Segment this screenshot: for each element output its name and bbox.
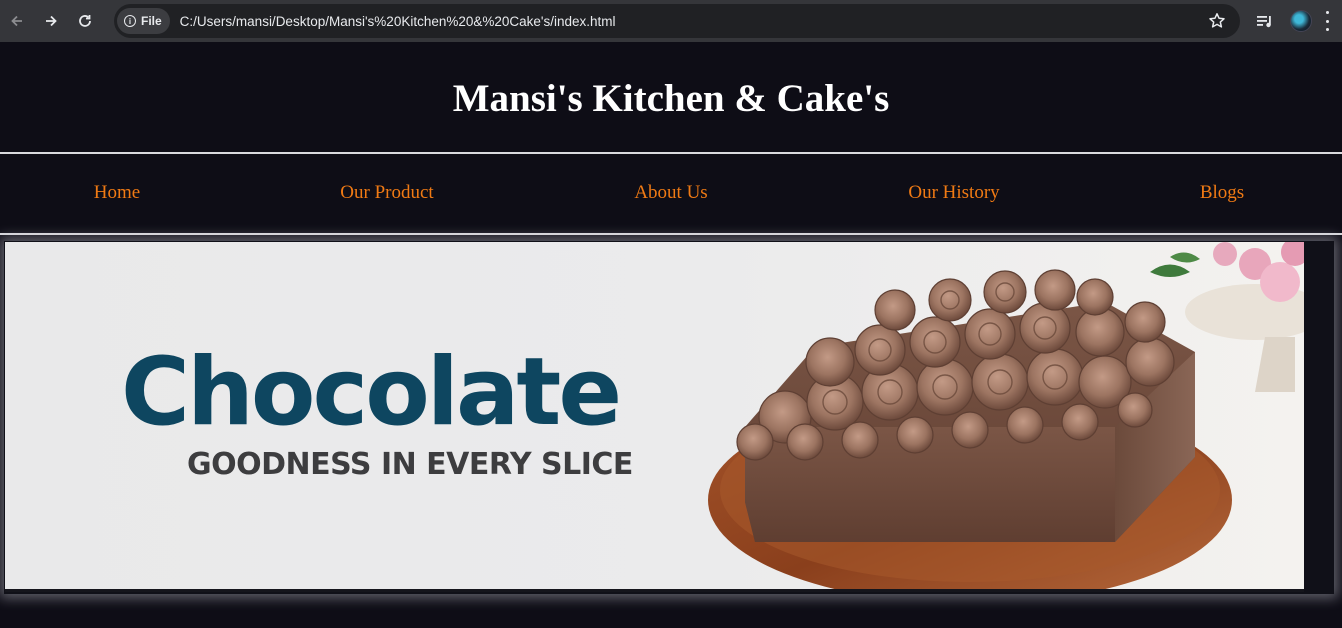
nav-link-home[interactable]: Home [94, 182, 140, 204]
banner-subheading: GOODNESS IN EVERY SLICE [187, 447, 633, 482]
main-nav: Home Our Product About Us Our History Bl… [0, 154, 1342, 235]
nav-link-about-us[interactable]: About Us [634, 182, 707, 204]
chocolate-cake-photo [695, 242, 1304, 592]
browser-toolbar: i File C:/Users/mansi/Desktop/Mansi's%20… [0, 0, 1342, 42]
banner-bottom-edge [5, 589, 1304, 592]
site-header: Mansi's Kitchen & Cake's [0, 42, 1342, 154]
url-text[interactable]: C:/Users/mansi/Desktop/Mansi's%20Kitchen… [180, 14, 616, 29]
hero-banner-frame: Chocolate GOODNESS IN EVERY SLICE [4, 241, 1334, 594]
reload-icon[interactable] [70, 6, 100, 36]
nav-link-our-product[interactable]: Our Product [340, 182, 433, 204]
info-icon: i [124, 15, 136, 27]
address-bar[interactable]: i File C:/Users/mansi/Desktop/Mansi's%20… [114, 4, 1240, 38]
bookmark-star-icon[interactable] [1208, 12, 1226, 30]
profile-avatar[interactable] [1290, 10, 1312, 32]
banner-heading: Chocolate [121, 338, 622, 447]
nav-link-our-history[interactable]: Our History [908, 182, 999, 204]
site-title: Mansi's Kitchen & Cake's [452, 76, 890, 120]
hero-banner: Chocolate GOODNESS IN EVERY SLICE [5, 242, 1304, 592]
back-arrow-icon[interactable] [2, 6, 32, 36]
site-info-chip-label: File [141, 14, 162, 28]
menu-kebab-icon[interactable] [1324, 11, 1330, 31]
media-playlist-icon[interactable] [1252, 8, 1278, 34]
nav-link-blogs[interactable]: Blogs [1200, 182, 1244, 204]
site-info-chip[interactable]: i File [117, 8, 170, 34]
forward-arrow-icon[interactable] [36, 6, 66, 36]
page: Mansi's Kitchen & Cake's Home Our Produc… [0, 42, 1342, 628]
